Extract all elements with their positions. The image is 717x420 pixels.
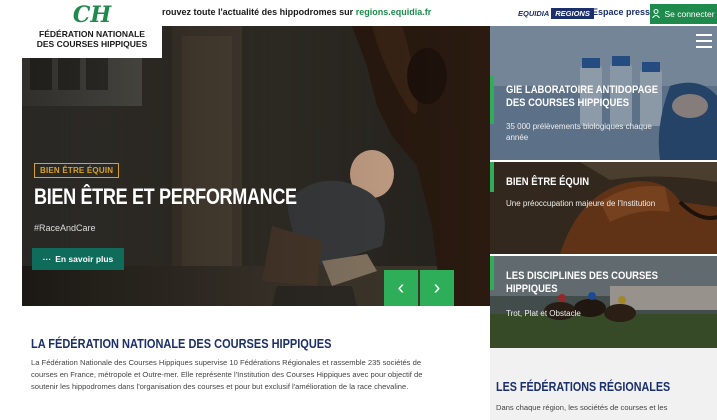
logo-line-1: FÉDÉRATION NATIONALE [39,29,145,39]
logo-mark: CH [72,2,112,28]
card-bien-etre-title: BIEN ÊTRE ÉQUIN [506,176,590,188]
announcement-label: rouvez toute l'actualité des hippodromes… [162,7,356,17]
hero-more-label: En savoir plus [55,254,114,264]
card-bien-etre[interactable]: BIEN ÊTRE ÉQUIN Une préoccupation majeur… [490,162,717,254]
slider-prev-arrow[interactable]: ‹ [384,270,418,306]
card-laboratoire[interactable]: GIE LABORATOIRE ANTIDOPAGE DES COURSES H… [490,26,717,160]
regions-section-title: LES FÉDÉRATIONS RÉGIONALES [496,380,671,394]
card-disciplines-title: LES DISCIPLINES DES COURSES HIPPIQUES [506,270,658,295]
fnch-logo[interactable]: CH FÉDÉRATION NATIONALE DES COURSES HIPP… [22,0,162,58]
slider-next-arrow[interactable]: › [420,270,454,306]
card-bien-etre-subtitle: Une préoccupation majeure de l'Instituti… [506,199,656,208]
card-laboratoire-accent [490,76,494,124]
menu-hamburger-icon[interactable] [696,34,712,48]
card-disciplines-accent [490,256,494,290]
federation-section-title: LA FÉDÉRATION NATIONALE DES COURSES HIPP… [31,337,332,351]
equidia-label: EQUIDIA [518,8,550,18]
ellipsis-icon: ··· [42,254,52,264]
hero-more-button[interactable]: ··· En savoir plus [32,248,124,270]
espace-presse-link[interactable]: Espace presse [592,7,655,17]
card-laboratoire-subtitle: 35 000 prélèvements biologiques chaque a… [506,122,652,142]
announcement-text: rouvez toute l'actualité des hippodromes… [162,7,431,17]
card-bien-etre-accent [490,162,494,192]
regions-label: REGIONS [551,7,594,19]
logo-line-2: DES COURSES HIPPIQUES [36,39,148,49]
card-disciplines-subtitle: Trot, Plat et Obstacle [506,309,581,318]
hero-title: BIEN ÊTRE ET PERFORMANCE [34,184,297,209]
regions-section-text: Dans chaque région, les sociétés de cour… [496,403,668,412]
user-icon [652,8,661,20]
connect-button[interactable]: Se connecter [650,4,717,24]
federation-section-text: La Fédération Nationale des Courses Hipp… [31,358,423,391]
hero-category-badge: BIEN ÊTRE ÉQUIN [34,163,120,178]
connect-label: Se connecter [664,9,715,19]
hero-slider: BIEN ÊTRE ÉQUIN BIEN ÊTRE ET PERFORMANCE… [22,26,490,306]
card-laboratoire-title: GIE LABORATOIRE ANTIDOPAGE DES COURSES H… [506,84,659,109]
hero-hashtag: #RaceAndCare [34,223,96,233]
regions-equidia-link[interactable]: regions.equidia.fr [356,7,432,17]
equidia-regions-logo[interactable]: EQUIDIA REGIONS [518,7,594,19]
card-disciplines[interactable]: LES DISCIPLINES DES COURSES HIPPIQUES Tr… [490,256,717,348]
